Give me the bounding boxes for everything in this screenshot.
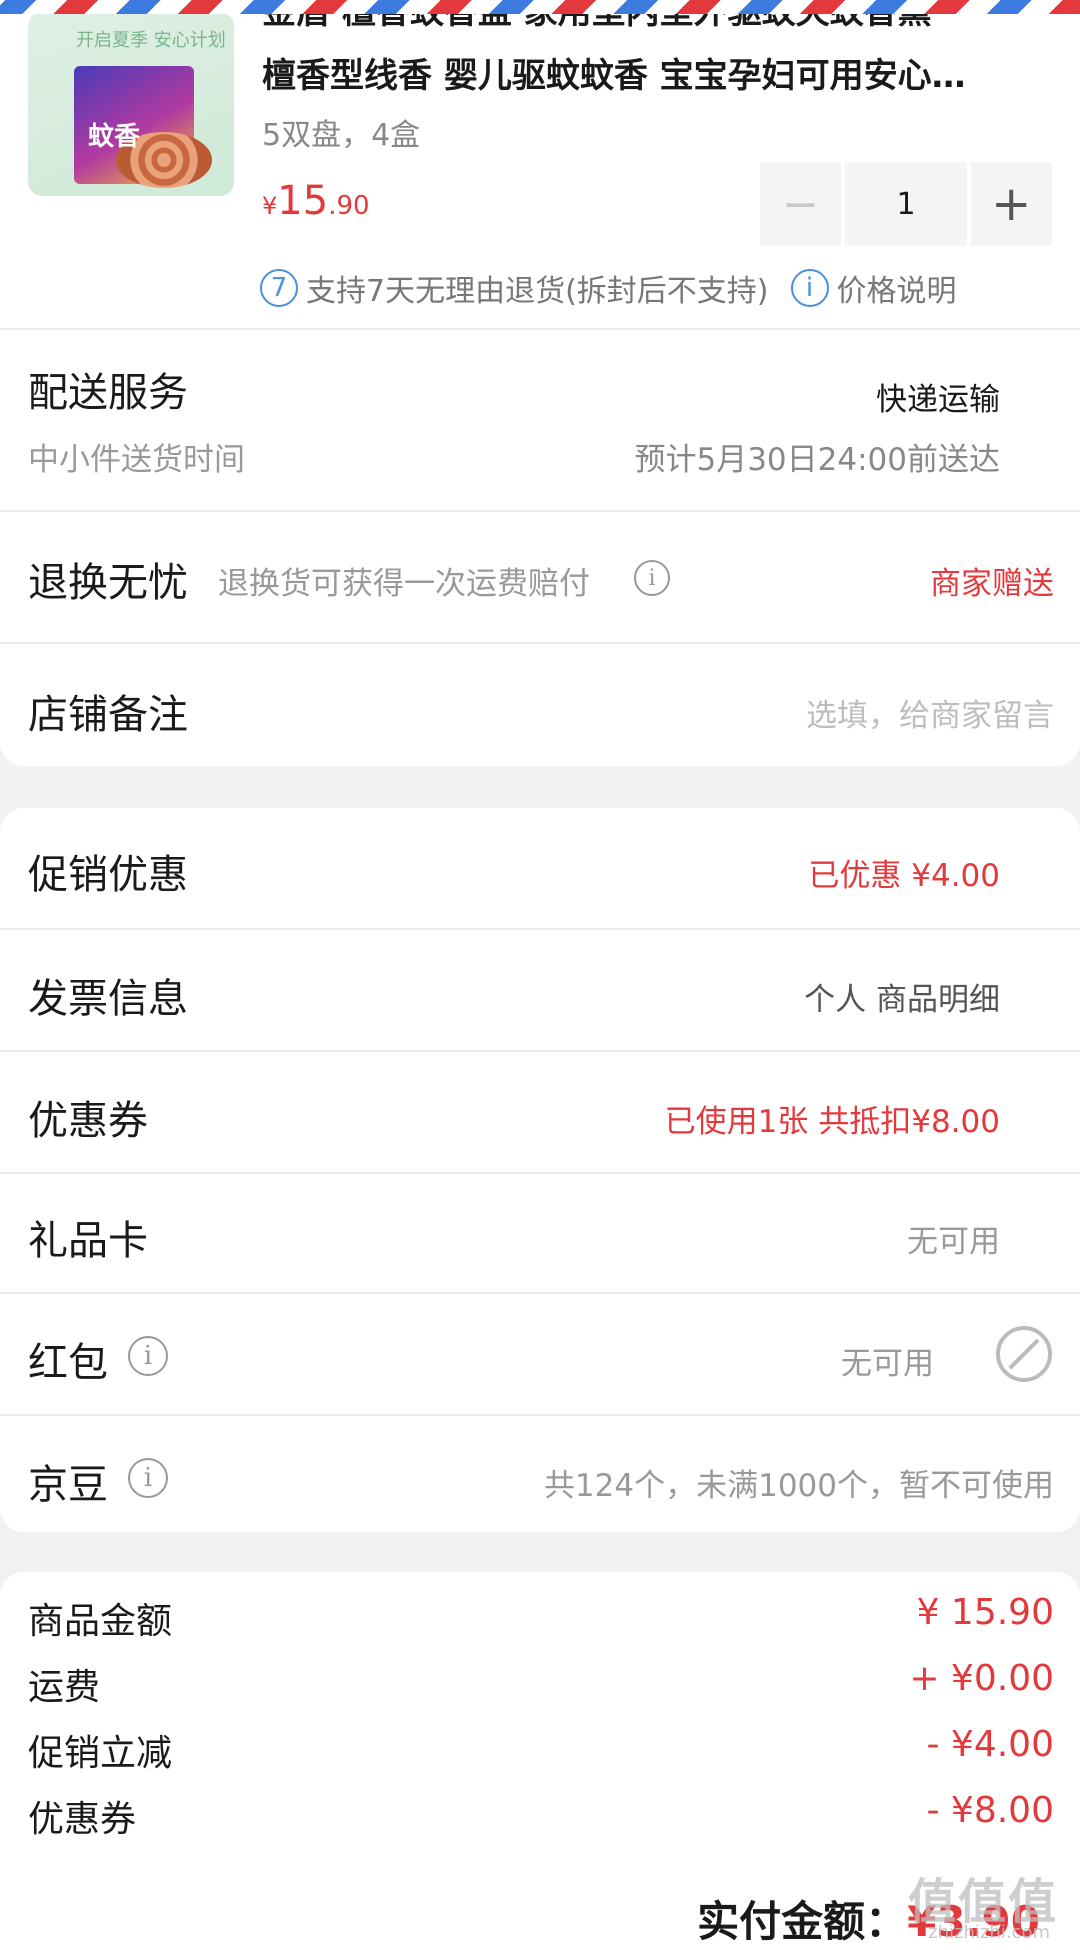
quantity-stepper: − 1 + (760, 162, 1052, 246)
coupon-value: 已使用1张 共抵扣¥8.00 (664, 1104, 1000, 1140)
total-label: 实付金额： (697, 1897, 908, 1946)
promo-row[interactable]: 促销优惠 已优惠 ¥4.00 (0, 808, 1080, 928)
product-title-line2[interactable]: 檀香型线香 婴儿驱蚊蚊香 宝宝孕妇可用安心… (262, 48, 1052, 97)
store-note-label: 店铺备注 (28, 692, 188, 738)
thumb-label: 蚊香 (88, 122, 141, 152)
store-note-row: 店铺备注 选填，给商家留言 (0, 642, 1080, 766)
redpacket-info-icon[interactable]: i (128, 1336, 168, 1376)
decrease-button[interactable]: − (760, 162, 842, 246)
coupon-row[interactable]: 优惠券 已使用1张 共抵扣¥8.00 (0, 1050, 1080, 1172)
airmail-border (0, 0, 1080, 14)
returns-info-icon[interactable]: i (634, 560, 670, 596)
returns-desc: 退换货可获得一次运费赔付 (218, 566, 590, 602)
options-card: 促销优惠 已优惠 ¥4.00 发票信息 个人 商品明细 优惠券 已使用1张 共抵… (0, 808, 1080, 1532)
giftcard-row[interactable]: 礼品卡 无可用 (0, 1172, 1080, 1292)
giftcard-value: 无可用 (907, 1224, 1000, 1260)
coupon-label: 优惠券 (28, 1098, 148, 1144)
seven-day-return-icon: 7 (260, 269, 298, 307)
invoice-value: 个人 商品明细 (804, 982, 1000, 1018)
price-decimal: .90 (328, 191, 370, 221)
delivery-sub-label: 中小件送货时间 (28, 442, 245, 478)
info-icon[interactable]: i (790, 269, 829, 307)
price-integer: 15 (277, 178, 329, 224)
increase-button[interactable]: + (970, 162, 1052, 246)
summary-promo-label: 促销立减 (28, 1733, 173, 1774)
summary-goods-label: 商品金额 (28, 1601, 173, 1642)
jingdou-row: 京豆 i 共124个，未满1000个，暂不可使用 (0, 1414, 1080, 1532)
summary-shipping-value: + ¥0.00 (909, 1658, 1054, 1699)
product-price: ¥15.90 (262, 178, 370, 224)
summary-coupon-label: 优惠券 (28, 1799, 137, 1840)
price-note-link[interactable]: 价格说明 (837, 266, 957, 310)
redpacket-value: 无可用 (841, 1346, 934, 1382)
summary-promo-value: - ¥4.00 (926, 1724, 1055, 1765)
delivery-method: 快递运输 (876, 382, 1000, 418)
returns-value: 商家赠送 (930, 566, 1054, 602)
price-currency: ¥ (262, 192, 278, 220)
summary-coupon-value: - ¥8.00 (926, 1790, 1055, 1831)
returns-row[interactable]: 退换无忧 退换货可获得一次运费赔付 i 商家赠送 (0, 510, 1080, 642)
order-card: 开启夏季 安心计划 蚊香 金盾 檀香蚊香盘 家用室内室外驱蚊灭蚊香熏 檀香型线香… (0, 0, 1080, 766)
redpacket-row[interactable]: 红包 i 无可用 (0, 1292, 1080, 1414)
delivery-row[interactable]: 配送服务 快递运输 中小件送货时间 预计5月30日24:00前送达 (0, 328, 1080, 510)
delivery-label: 配送服务 (28, 370, 188, 416)
promo-label: 促销优惠 (28, 852, 188, 898)
giftcard-label: 礼品卡 (28, 1218, 148, 1264)
store-note-input[interactable]: 选填，给商家留言 (806, 690, 1054, 735)
watermark-url: zhizhizhi.com (928, 1922, 1050, 1943)
delivery-eta: 预计5月30日24:00前送达 (634, 442, 1000, 478)
jingdou-info-icon[interactable]: i (128, 1458, 168, 1498)
invoice-label: 发票信息 (28, 976, 188, 1022)
summary-shipping-label: 运费 (28, 1667, 101, 1708)
jingdou-value: 共124个，未满1000个，暂不可使用 (543, 1468, 1054, 1504)
return-policy-line: 7 支持7天无理由退货(拆封后不支持) i 价格说明 (260, 266, 957, 310)
quantity-input[interactable]: 1 (845, 162, 967, 246)
promo-value: 已优惠 ¥4.00 (808, 858, 1000, 894)
returns-label: 退换无忧 (28, 560, 188, 606)
invoice-row[interactable]: 发票信息 个人 商品明细 (0, 928, 1080, 1050)
summary-goods-value: ¥ 15.90 (916, 1592, 1054, 1633)
disabled-toggle-icon (996, 1326, 1052, 1382)
product-spec: 5双盘，4盒 (262, 118, 421, 153)
jingdou-label: 京豆 (28, 1462, 108, 1508)
return-policy-text: 支持7天无理由退货(拆封后不支持) (306, 274, 769, 309)
product-thumbnail[interactable]: 开启夏季 安心计划 蚊香 (28, 12, 234, 196)
redpacket-label: 红包 (28, 1340, 108, 1386)
thumb-header: 开启夏季 安心计划 (76, 30, 226, 51)
